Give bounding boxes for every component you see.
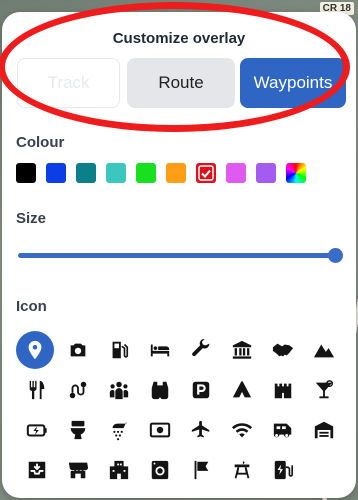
size-slider-track[interactable] — [18, 253, 338, 258]
colour-label: Colour — [16, 134, 65, 151]
icon-row — [16, 370, 346, 410]
building-icon[interactable] — [98, 450, 139, 490]
group-icon[interactable] — [98, 370, 139, 410]
flag-icon[interactable] — [180, 450, 221, 490]
location-pin-icon[interactable] — [16, 331, 54, 369]
inbox-icon[interactable] — [16, 450, 57, 490]
icon-row — [16, 450, 346, 490]
fuel-pump-icon[interactable] — [98, 330, 139, 370]
colour-swatch[interactable] — [256, 163, 276, 183]
wrench-icon[interactable] — [180, 330, 221, 370]
castle-icon[interactable] — [262, 370, 303, 410]
ev-charger-icon[interactable] — [262, 450, 303, 490]
sheet-title: Customize overlay — [112, 30, 246, 47]
tab-track[interactable]: Track — [17, 58, 120, 108]
picnic-table-icon[interactable] — [221, 450, 262, 490]
camera-icon[interactable] — [57, 330, 98, 370]
colour-swatch[interactable] — [286, 163, 306, 183]
handshake-icon[interactable] — [262, 330, 303, 370]
icon-label: Icon — [16, 298, 47, 315]
colour-swatches — [16, 163, 306, 183]
size-label: Size — [16, 210, 47, 227]
colour-swatch[interactable] — [106, 163, 126, 183]
cash-icon[interactable] — [139, 410, 180, 450]
icon-row — [16, 410, 346, 450]
size-slider-thumb[interactable] — [328, 248, 343, 263]
binoculars-icon[interactable] — [139, 370, 180, 410]
tab-route[interactable]: Route — [127, 58, 235, 108]
colour-swatch[interactable] — [76, 163, 96, 183]
icon-grid — [16, 330, 346, 490]
garage-icon[interactable] — [303, 410, 344, 450]
rv-icon[interactable] — [262, 410, 303, 450]
store-icon[interactable] — [57, 450, 98, 490]
washer-icon[interactable] — [139, 450, 180, 490]
wifi-icon[interactable] — [221, 410, 262, 450]
restaurant-icon[interactable] — [16, 370, 57, 410]
battery-charging-icon[interactable] — [16, 410, 57, 450]
colour-swatch[interactable] — [16, 163, 36, 183]
cocktail-icon[interactable] — [303, 370, 344, 410]
mountain-icon[interactable] — [303, 330, 344, 370]
bed-icon[interactable] — [139, 330, 180, 370]
check-icon — [198, 165, 214, 181]
shower-icon[interactable] — [98, 410, 139, 450]
icon-row — [16, 330, 346, 370]
colour-swatch[interactable] — [226, 163, 246, 183]
colour-swatch[interactable] — [136, 163, 156, 183]
tent-icon[interactable] — [221, 370, 262, 410]
toilet-icon[interactable] — [57, 410, 98, 450]
bank-icon[interactable] — [221, 330, 262, 370]
customize-overlay-sheet: Customize overlay Track Route Waypoints … — [2, 12, 356, 498]
colour-swatch[interactable] — [166, 163, 186, 183]
colour-swatch[interactable] — [196, 163, 216, 183]
tab-waypoints[interactable]: Waypoints — [240, 58, 346, 108]
colour-swatch[interactable] — [46, 163, 66, 183]
route-icon[interactable] — [57, 370, 98, 410]
parking-icon[interactable] — [180, 370, 221, 410]
airplane-icon[interactable] — [180, 410, 221, 450]
